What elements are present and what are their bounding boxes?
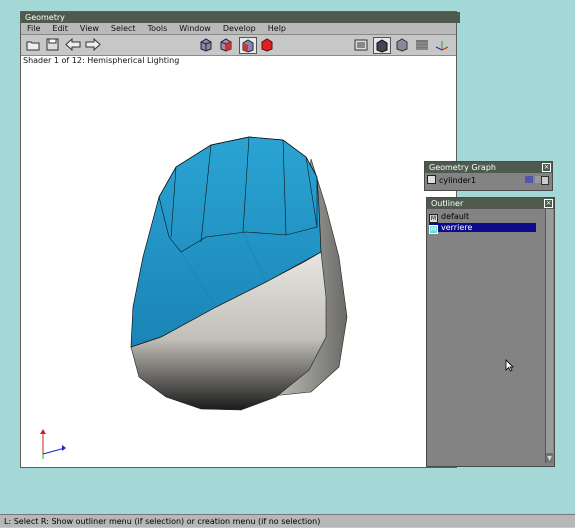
mouse-cursor-icon [505,359,514,372]
axes-icon[interactable] [434,37,450,52]
window-title[interactable]: Geometry [21,12,460,23]
menu-edit[interactable]: Edit [46,23,74,34]
status-bar: L: Select R: Show outliner menu (if sele… [0,514,575,527]
geometry-graph-title[interactable]: Geometry Graph [425,162,552,173]
cube-face-icon[interactable] [218,37,234,52]
close-icon[interactable]: × [542,163,551,172]
open-folder-icon[interactable] [25,37,41,52]
cube-shaded-icon[interactable] [394,37,410,52]
cube-solid-icon[interactable] [373,37,391,54]
menu-view[interactable]: View [74,23,105,34]
menu-select[interactable]: Select [105,23,142,34]
back-arrow-icon[interactable] [65,37,81,52]
cube-icon [427,175,436,184]
outliner-item-default[interactable]: Mdefault [429,212,536,223]
cube-wire-icon[interactable] [198,37,214,52]
close-icon[interactable]: × [544,199,553,208]
outliner-title[interactable]: Outliner [427,198,554,209]
checker-icon[interactable] [414,37,430,52]
cube-edge-icon[interactable] [239,37,257,54]
outliner-item-verriere[interactable]: Mverriere [429,223,536,234]
material-icon: M [429,225,438,234]
menu-tools[interactable]: Tools [142,23,174,34]
material-icon: M [429,214,438,223]
axes-gizmo [40,429,66,459]
scroll-thumb[interactable] [546,209,553,453]
geometry-item-label: cylinder1 [439,176,477,185]
geometry-graph-panel: Geometry Graph × cylinder1 [424,161,553,191]
outliner-item-label: default [441,212,470,221]
menu-bar: File Edit View Select Tools Window Devel… [21,23,456,35]
scroll-down-arrow-icon[interactable]: ▼ [546,455,553,463]
toolbar [21,35,456,56]
cylinder-model[interactable] [130,136,348,411]
visibility-icon[interactable] [525,176,533,183]
geometry-window: Geometry File Edit View Select Tools Win… [20,11,460,468]
shader-status: Shader 1 of 12: Hemispherical Lighting [23,56,180,65]
outliner-scrollbar[interactable]: ▼ [545,209,553,463]
cube-red-icon[interactable] [259,37,275,52]
box-icon[interactable] [541,176,549,185]
menu-file[interactable]: File [21,23,46,34]
geometry-graph-item[interactable]: cylinder1 [427,175,549,186]
3d-viewport[interactable] [21,67,456,467]
save-disk-icon[interactable] [44,37,60,52]
menu-develop[interactable]: Develop [217,23,262,34]
outliner-item-label: verriere [441,223,473,232]
menu-window[interactable]: Window [173,23,217,34]
outliner-panel: Outliner × Mdefault Mverriere ▼ [426,197,555,467]
forward-arrow-icon[interactable] [85,37,101,52]
menu-help[interactable]: Help [262,23,292,34]
grid-list-icon[interactable] [353,37,369,52]
